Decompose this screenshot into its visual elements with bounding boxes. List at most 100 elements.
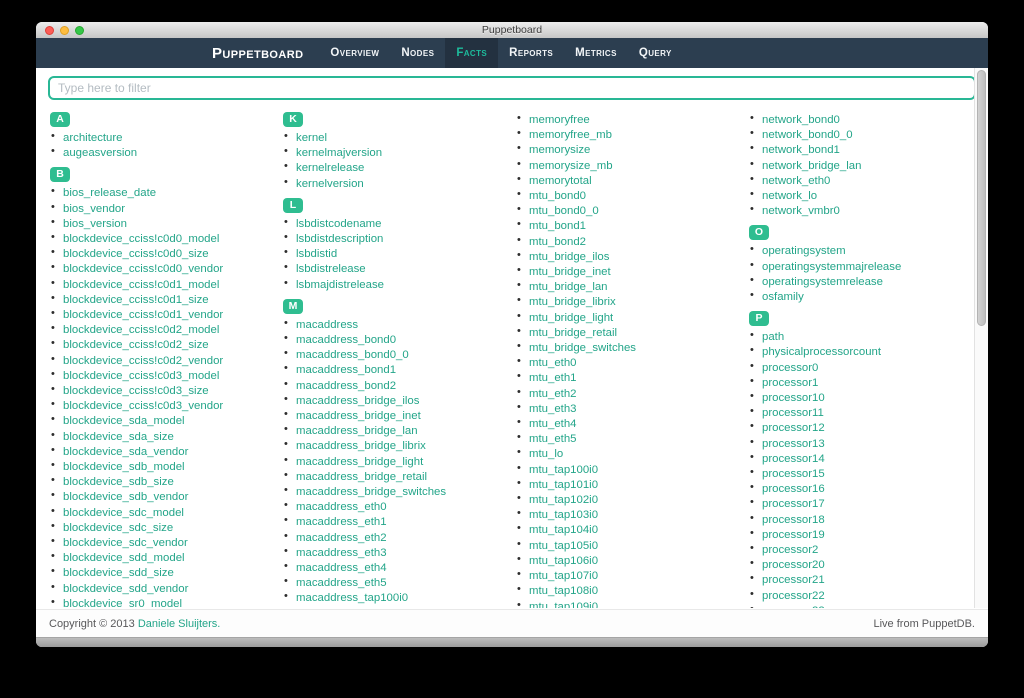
fact-link[interactable]: processor0: [762, 362, 818, 374]
fact-link[interactable]: memoryfree_mb: [529, 129, 612, 141]
fact-link[interactable]: processor10: [762, 392, 825, 404]
fact-link[interactable]: mtu_bond1: [529, 220, 586, 232]
fact-link[interactable]: augeasversion: [63, 147, 137, 159]
fact-link[interactable]: processor18: [762, 514, 825, 526]
fact-link[interactable]: processor16: [762, 483, 825, 495]
fact-link[interactable]: lsbmajdistrelease: [296, 279, 384, 291]
fact-link[interactable]: mtu_bridge_librix: [529, 296, 616, 308]
fact-link[interactable]: blockdevice_cciss!c0d3_vendor: [63, 400, 223, 412]
fact-link[interactable]: memorytotal: [529, 175, 592, 187]
fact-link[interactable]: kernelmajversion: [296, 147, 382, 159]
fact-link[interactable]: mtu_bond0_0: [529, 205, 599, 217]
fact-link[interactable]: blockdevice_sda_size: [63, 431, 174, 443]
fact-link[interactable]: kernel: [296, 132, 327, 144]
fact-link[interactable]: macaddress_bond0_0: [296, 349, 409, 361]
fact-link[interactable]: mtu_bond0: [529, 190, 586, 202]
nav-item-reports[interactable]: Reports: [498, 38, 564, 68]
fact-link[interactable]: network_lo: [762, 190, 817, 202]
fact-link[interactable]: macaddress_eth3: [296, 547, 387, 559]
author-link[interactable]: Daniele Sluijters.: [138, 618, 221, 630]
fact-link[interactable]: macaddress_bridge_light: [296, 456, 423, 468]
fact-link[interactable]: network_vmbr0: [762, 205, 840, 217]
fact-link[interactable]: blockdevice_sdd_vendor: [63, 583, 188, 595]
fact-link[interactable]: macaddress_eth2: [296, 532, 387, 544]
fact-link[interactable]: physicalprocessorcount: [762, 346, 881, 358]
fact-link[interactable]: macaddress_eth1: [296, 516, 387, 528]
fact-link[interactable]: blockdevice_cciss!c0d1_model: [63, 279, 219, 291]
fact-link[interactable]: lsbdistid: [296, 248, 337, 260]
nav-item-query[interactable]: Query: [628, 38, 683, 68]
fact-link[interactable]: network_bond0_0: [762, 129, 853, 141]
nav-item-overview[interactable]: Overview: [319, 38, 390, 68]
fact-link[interactable]: macaddress_bond1: [296, 364, 396, 376]
fact-link[interactable]: memorysize: [529, 144, 590, 156]
fact-link[interactable]: kernelrelease: [296, 162, 364, 174]
fact-link[interactable]: processor17: [762, 498, 825, 510]
fact-link[interactable]: blockdevice_sr0_model: [63, 598, 182, 608]
fact-link[interactable]: osfamily: [762, 291, 804, 303]
fact-link[interactable]: mtu_eth4: [529, 418, 577, 430]
fact-link[interactable]: blockdevice_sdd_model: [63, 552, 185, 564]
fact-link[interactable]: processor11: [762, 407, 824, 419]
fact-link[interactable]: mtu_eth2: [529, 388, 577, 400]
fact-link[interactable]: mtu_bridge_lan: [529, 281, 608, 293]
fact-link[interactable]: mtu_tap101i0: [529, 479, 598, 491]
fact-link[interactable]: processor22: [762, 590, 825, 602]
fact-link[interactable]: mtu_tap100i0: [529, 464, 598, 476]
fact-link[interactable]: processor1: [762, 377, 818, 389]
fact-link[interactable]: blockdevice_cciss!c0d3_model: [63, 370, 219, 382]
fact-link[interactable]: macaddress_bond2: [296, 380, 396, 392]
fact-link[interactable]: mtu_bridge_retail: [529, 327, 617, 339]
fact-link[interactable]: processor20: [762, 559, 825, 571]
fact-link[interactable]: mtu_tap102i0: [529, 494, 598, 506]
fact-link[interactable]: mtu_tap103i0: [529, 509, 598, 521]
fact-link[interactable]: path: [762, 331, 784, 343]
filter-input[interactable]: [48, 76, 976, 100]
fact-link[interactable]: blockdevice_cciss!c0d3_size: [63, 385, 209, 397]
fact-link[interactable]: mtu_tap109i0: [529, 601, 598, 609]
fact-link[interactable]: memoryfree: [529, 114, 590, 126]
fact-link[interactable]: blockdevice_cciss!c0d0_vendor: [63, 263, 223, 275]
fact-link[interactable]: mtu_eth1: [529, 372, 577, 384]
fact-link[interactable]: processor2: [762, 544, 818, 556]
fact-link[interactable]: blockdevice_sdc_model: [63, 507, 184, 519]
fact-link[interactable]: bios_vendor: [63, 203, 125, 215]
nav-item-nodes[interactable]: Nodes: [390, 38, 445, 68]
fact-link[interactable]: mtu_bridge_switches: [529, 342, 636, 354]
fact-link[interactable]: macaddress_bond0: [296, 334, 396, 346]
fact-link[interactable]: mtu_bridge_ilos: [529, 251, 609, 263]
fact-link[interactable]: processor21: [762, 574, 825, 586]
fact-link[interactable]: blockdevice_sdb_vendor: [63, 491, 188, 503]
fact-link[interactable]: processor12: [762, 422, 825, 434]
fact-link[interactable]: blockdevice_sdc_size: [63, 522, 173, 534]
fact-link[interactable]: blockdevice_sdb_size: [63, 476, 174, 488]
fact-link[interactable]: lsbdistrelease: [296, 263, 366, 275]
fact-link[interactable]: blockdevice_sdc_vendor: [63, 537, 188, 549]
fact-link[interactable]: macaddress_eth0: [296, 501, 387, 513]
fact-link[interactable]: macaddress_eth5: [296, 577, 387, 589]
fact-link[interactable]: macaddress_tap100i0: [296, 592, 408, 604]
fact-link[interactable]: mtu_bridge_light: [529, 312, 613, 324]
fact-link[interactable]: processor13: [762, 438, 825, 450]
fact-link[interactable]: blockdevice_sdd_size: [63, 567, 174, 579]
fact-link[interactable]: memorysize_mb: [529, 160, 613, 172]
fact-link[interactable]: network_eth0: [762, 175, 830, 187]
fact-link[interactable]: macaddress: [296, 319, 358, 331]
brand-link[interactable]: Puppetboard: [212, 45, 303, 62]
fact-link[interactable]: blockdevice_cciss!c0d0_model: [63, 233, 219, 245]
fact-link[interactable]: blockdevice_sdb_model: [63, 461, 185, 473]
fact-link[interactable]: macaddress_eth4: [296, 562, 387, 574]
fact-link[interactable]: macaddress_bridge_librix: [296, 440, 426, 452]
fact-link[interactable]: mtu_bridge_inet: [529, 266, 611, 278]
fact-link[interactable]: blockdevice_cciss!c0d1_size: [63, 294, 209, 306]
fact-link[interactable]: architecture: [63, 132, 123, 144]
fact-link[interactable]: mtu_eth0: [529, 357, 577, 369]
fact-link[interactable]: mtu_lo: [529, 448, 563, 460]
fact-link[interactable]: mtu_eth3: [529, 403, 577, 415]
fact-link[interactable]: network_bridge_lan: [762, 160, 861, 172]
fact-link[interactable]: processor19: [762, 529, 825, 541]
fact-link[interactable]: macaddress_bridge_inet: [296, 410, 421, 422]
fact-link[interactable]: processor14: [762, 453, 825, 465]
fact-link[interactable]: bios_release_date: [63, 187, 156, 199]
fact-link[interactable]: mtu_tap104i0: [529, 524, 598, 536]
